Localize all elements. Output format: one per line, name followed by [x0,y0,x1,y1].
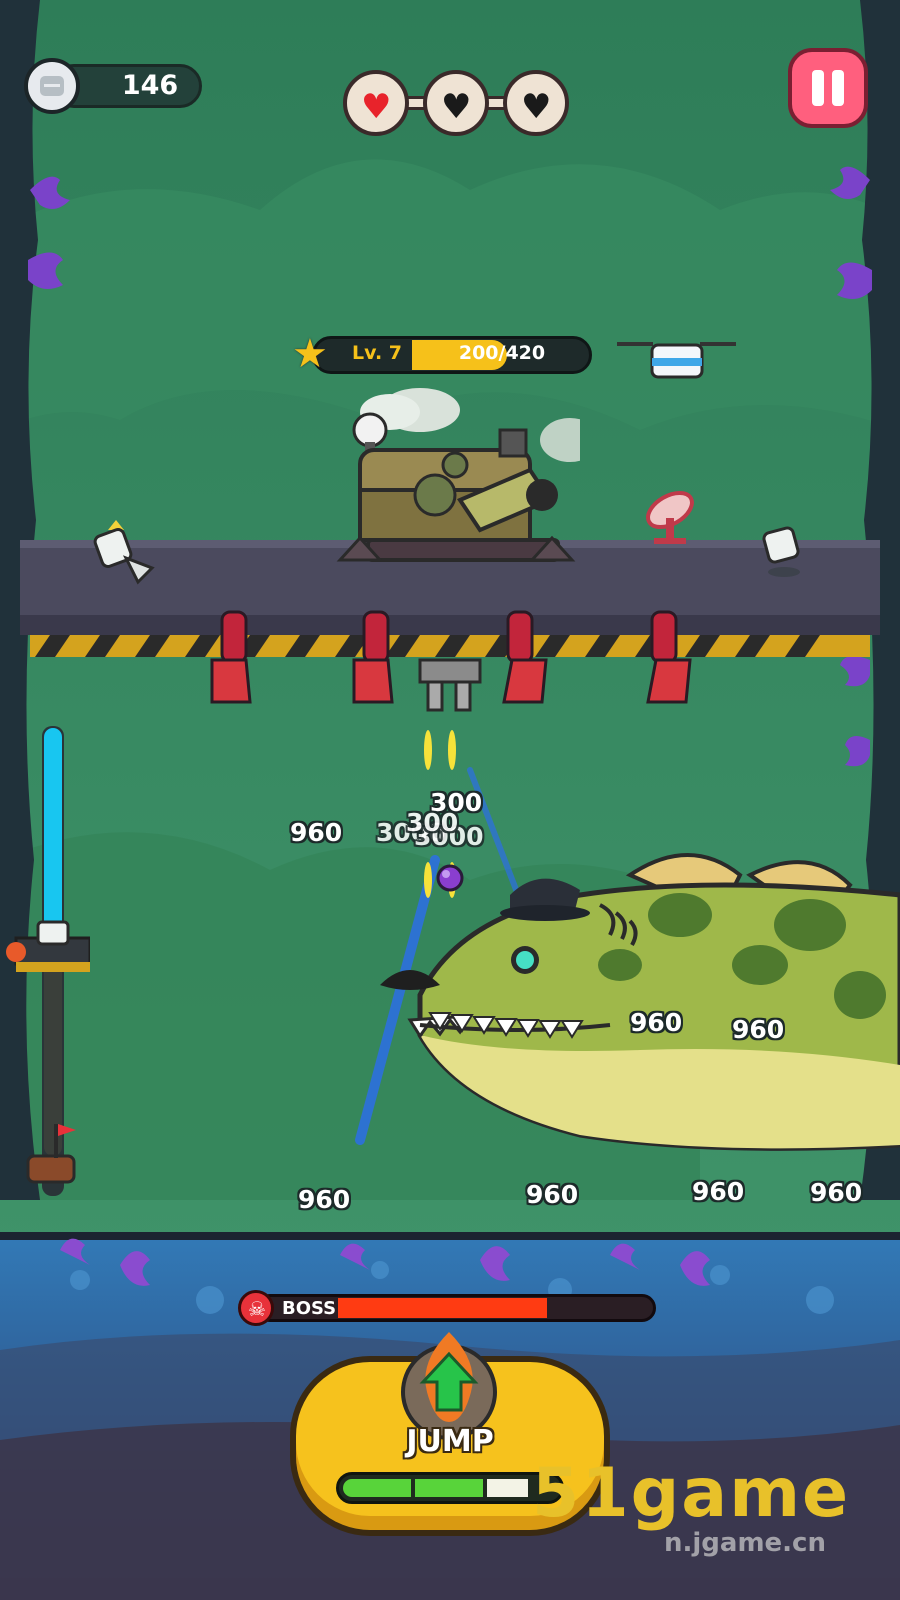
life-slot-2: ♥ [423,70,489,136]
damage-number: 960 [298,1185,351,1214]
jump-charge-segment [343,1479,411,1497]
heart-empty-icon: ♥ [441,87,472,127]
height-meter [6,726,90,1196]
damage-number: 960 [692,1177,745,1206]
heart-empty-icon: ♥ [521,87,552,127]
damage-number: 960 [630,1008,683,1037]
damage-number: 960 [810,1178,863,1207]
drone [617,342,736,379]
coin-count: 146 [121,70,179,101]
boss-label: BOSS [282,1298,337,1319]
lives-indicator: ♥ ♥ ♥ [343,68,573,140]
level-progress-text: 200/420 [458,342,546,364]
watermark-logo: 51game [532,1454,851,1533]
life-slot-3: ♥ [503,70,569,136]
robot-ally-right [762,526,800,577]
heart-full-icon: ♥ [361,87,392,127]
tank-vehicle [336,388,580,562]
level-label: Lv. 7 [352,342,402,364]
jump-charge-segment [415,1479,483,1497]
damage-number: 960 [732,1015,785,1044]
satellite-dish [646,490,694,544]
pause-button[interactable] [788,48,868,128]
star-icon: ★ [292,331,328,377]
robot-coin-icon [24,58,80,114]
boss-health: ☠ BOSS [238,1290,658,1326]
robot-ally-left [93,520,155,585]
damage-number: 960 [290,818,343,847]
damage-number: 300 [406,808,459,837]
pause-icon [812,70,824,106]
boss-bar-fill [338,1298,547,1318]
watermark-url: n.jgame.cn [664,1528,826,1558]
boss-fish [380,853,900,1151]
jump-charge-bar [336,1472,564,1504]
life-slot-1: ♥ [343,70,409,136]
level-progress: ★ Lv. 7 200/420 [292,332,592,378]
jump-charge-segment [487,1479,528,1497]
game-scene: 960 300 3000 3000 300 960 960 960 960 96… [0,0,900,1600]
coin-counter: 146 [24,58,206,114]
skull-icon: ☠ [238,1290,274,1326]
damage-number: 960 [526,1180,579,1209]
